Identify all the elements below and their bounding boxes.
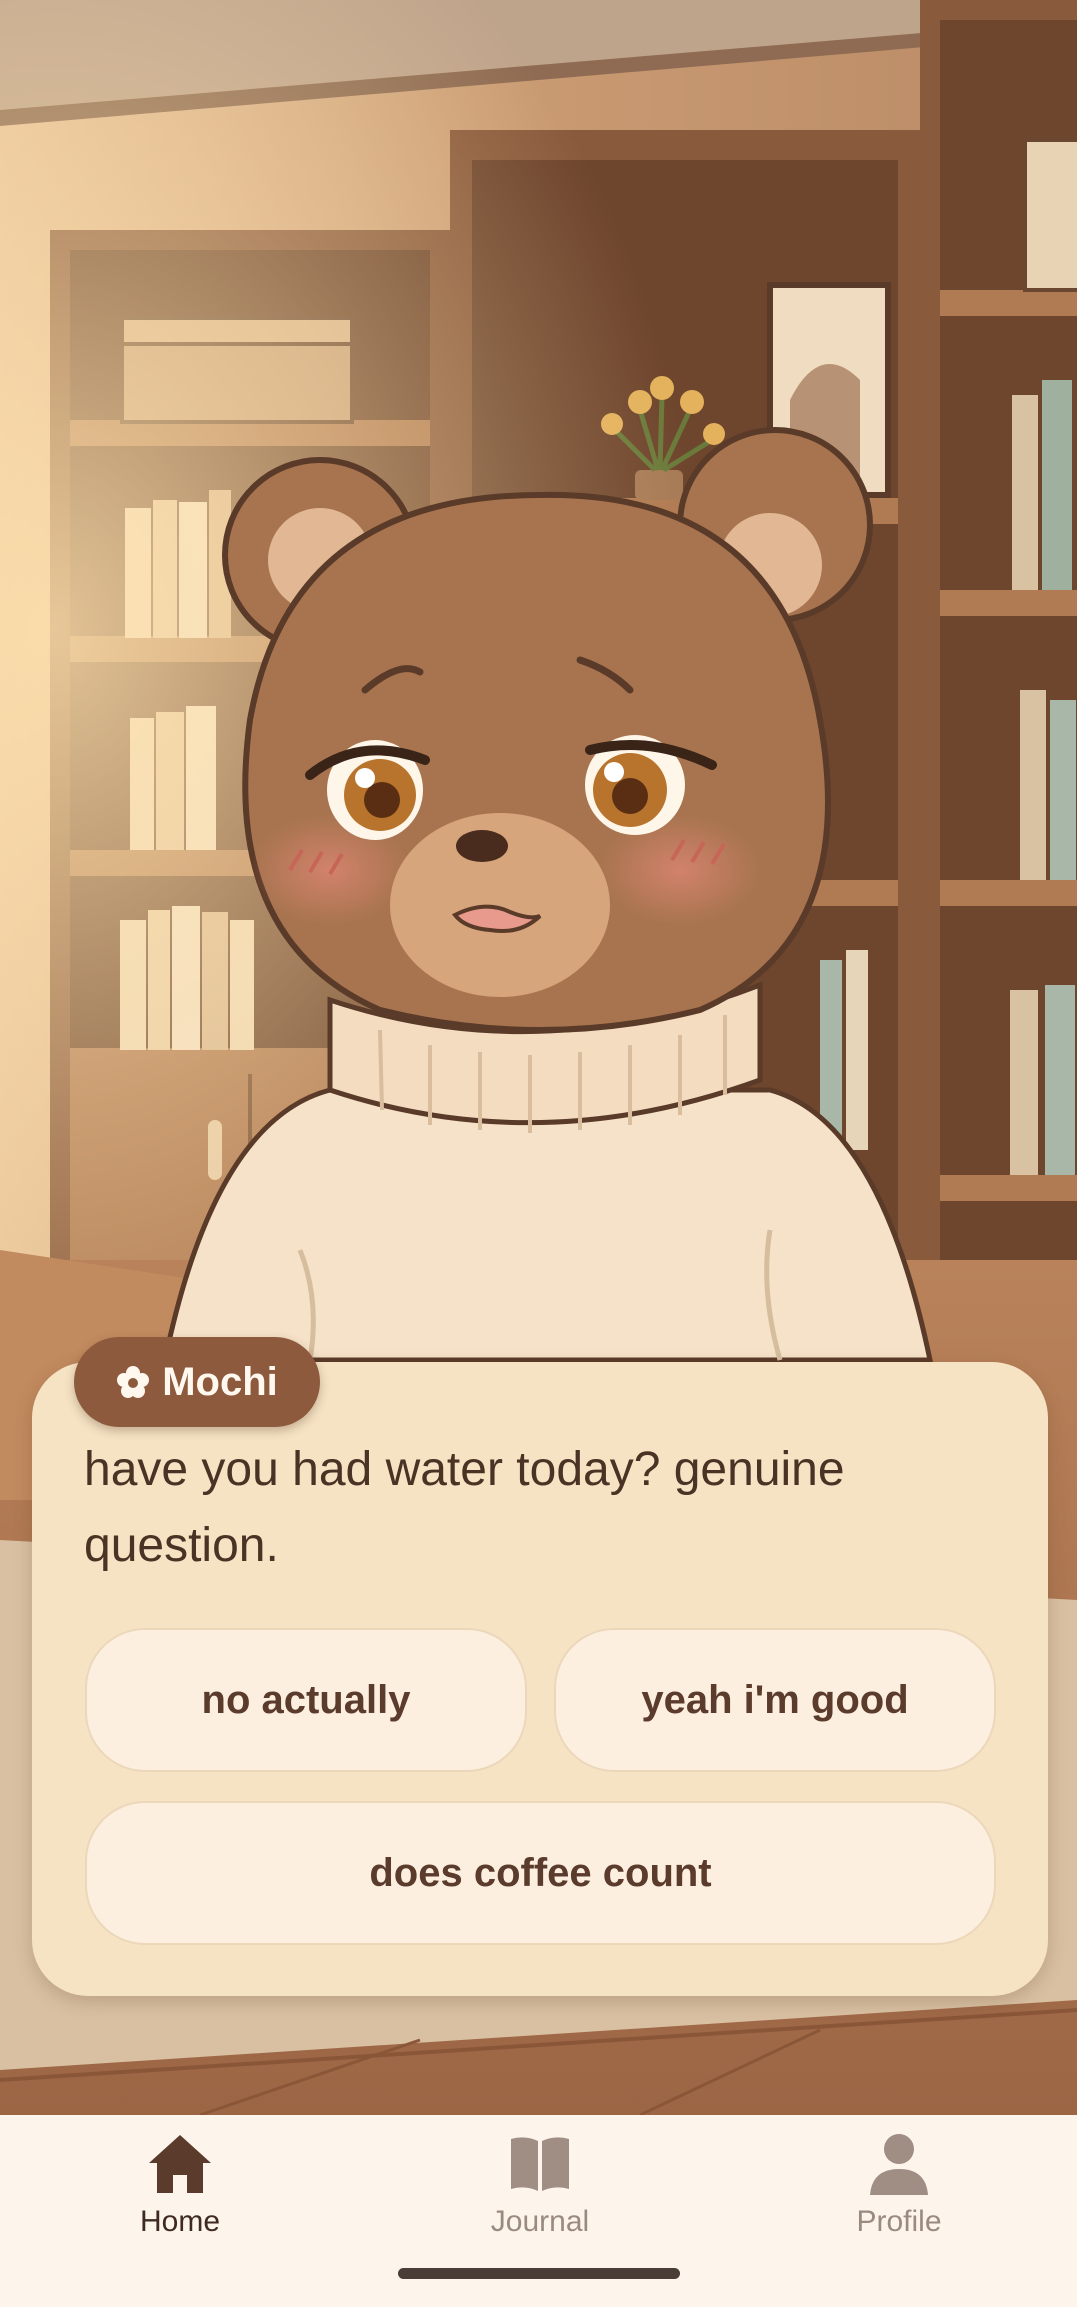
dialog-message: have you had water today? genuine questi… xyxy=(84,1443,845,1572)
flower-icon xyxy=(117,1366,150,1398)
nav-item-journal[interactable]: Journal xyxy=(440,2131,640,2271)
choice-label: yeah i'm good xyxy=(641,1677,909,1722)
nav-label-journal: Journal xyxy=(490,2205,590,2238)
home-indicator-bar[interactable] xyxy=(398,2268,680,2279)
nav-label-home: Home xyxy=(139,2205,221,2238)
speaker-name-tag: Mochi xyxy=(74,1337,320,1427)
choice-label: does coffee count xyxy=(369,1850,712,1895)
bottom-nav: Home Journal Profile xyxy=(0,2115,1077,2307)
nav-item-profile[interactable]: Profile xyxy=(799,2131,999,2271)
choice-button-no-actually[interactable]: no actually xyxy=(85,1628,527,1772)
nav-label-profile: Profile xyxy=(856,2205,942,2238)
speaker-name: Mochi xyxy=(162,1359,278,1404)
home-icon xyxy=(149,2135,211,2193)
choice-button-yeah-im-good[interactable]: yeah i'm good xyxy=(554,1628,996,1772)
choice-label: no actually xyxy=(201,1677,411,1722)
book-icon xyxy=(511,2137,569,2191)
person-icon xyxy=(870,2134,928,2195)
nav-item-home[interactable]: Home xyxy=(80,2131,280,2271)
choice-button-does-coffee-count[interactable]: does coffee count xyxy=(85,1801,996,1945)
bear-character xyxy=(161,427,934,1363)
